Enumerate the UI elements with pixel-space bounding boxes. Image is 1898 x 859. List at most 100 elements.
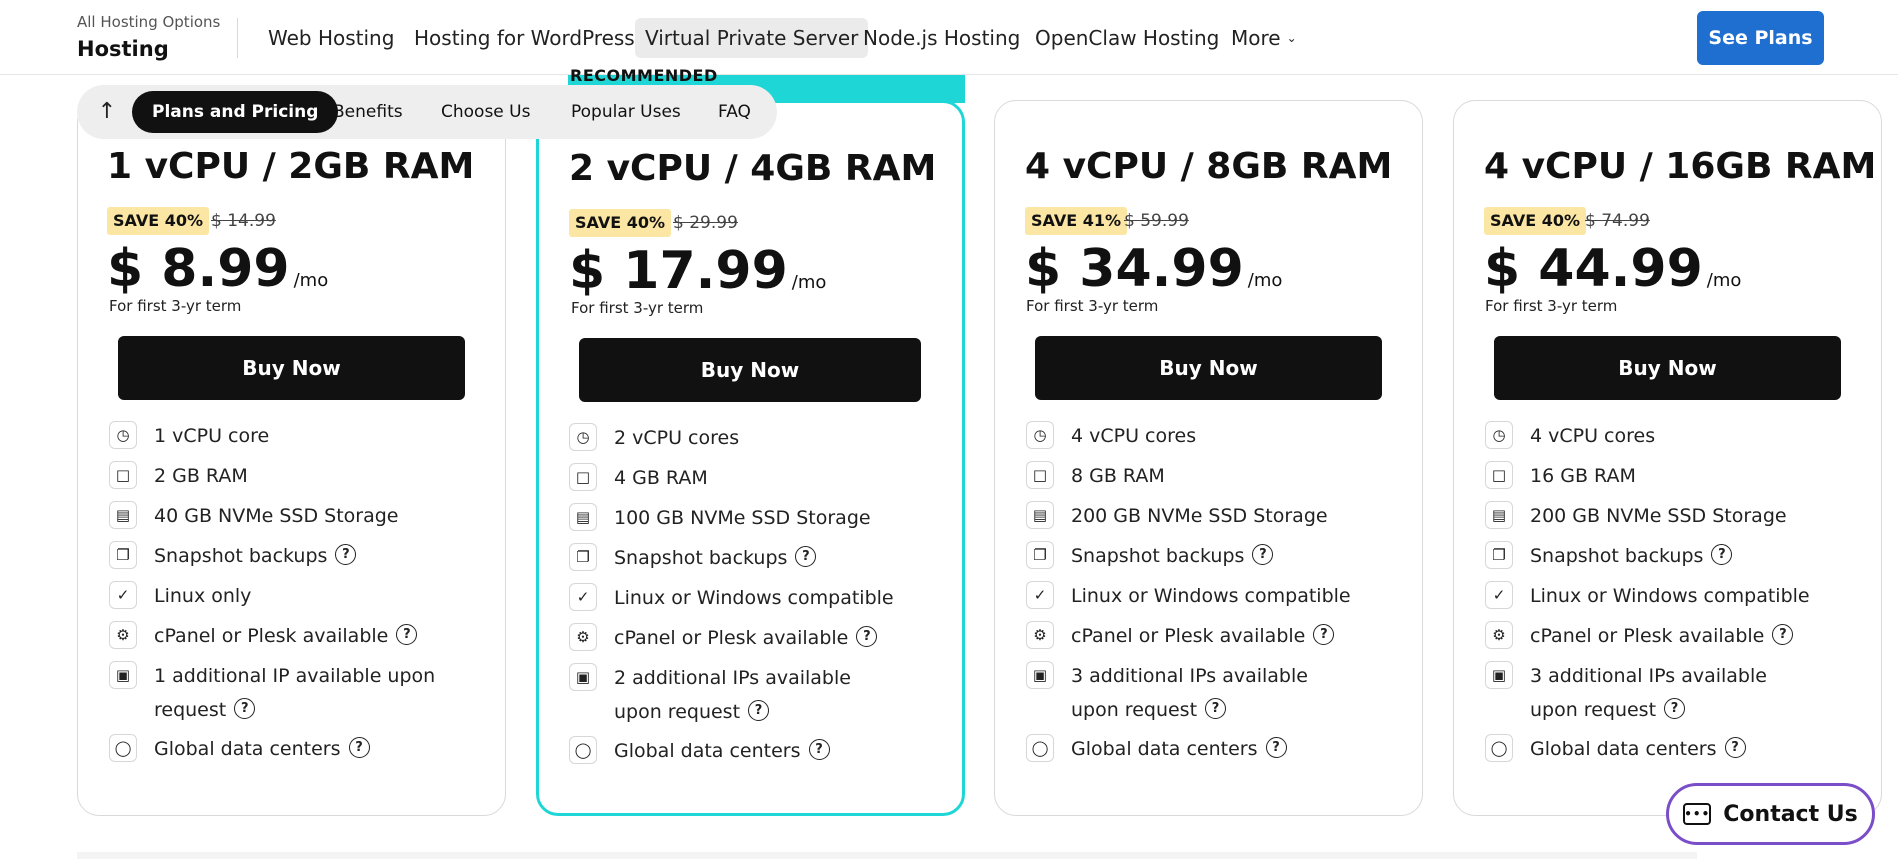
window-icon: ▣: [569, 663, 597, 691]
globe-icon: ◯: [1485, 734, 1513, 762]
feature-text: cPanel or Plesk available: [1071, 625, 1306, 647]
nav-link-openclaw-hosting[interactable]: OpenClaw Hosting: [1025, 18, 1229, 58]
help-icon[interactable]: ?: [396, 624, 418, 645]
help-icon[interactable]: ?: [795, 546, 817, 567]
help-icon[interactable]: ?: [1205, 698, 1227, 719]
help-icon[interactable]: ?: [234, 698, 256, 719]
tab-faq[interactable]: FAQ: [698, 91, 771, 133]
see-plans-button[interactable]: See Plans: [1697, 11, 1824, 65]
nav-link-vps[interactable]: Virtual Private Server: [635, 18, 869, 58]
feature-item: □ 8 GB RAM: [1026, 459, 1361, 499]
copy-icon: ❐: [1485, 541, 1513, 569]
help-icon[interactable]: ?: [856, 626, 878, 647]
help-icon[interactable]: ?: [1265, 737, 1287, 758]
nav-link-wordpress-hosting[interactable]: Hosting for WordPress: [404, 18, 645, 58]
buy-now-button[interactable]: Buy Now: [118, 336, 465, 400]
tab-plans-and-pricing[interactable]: Plans and Pricing: [132, 91, 339, 133]
brand-subtitle: All Hosting Options: [77, 13, 221, 31]
feature-item: □ 4 GB RAM: [569, 461, 904, 501]
feature-text: 4 vCPU cores: [1530, 425, 1656, 447]
help-icon[interactable]: ?: [1724, 737, 1746, 758]
feature-item: ◯ Global data centers?: [1485, 732, 1820, 772]
contact-us-button[interactable]: ••• Contact Us: [1666, 783, 1875, 845]
price-period: /mo: [791, 272, 827, 293]
buy-now-button[interactable]: Buy Now: [1035, 336, 1382, 400]
price-term: For first 3-yr term: [1026, 297, 1159, 315]
feature-item: ▤ 200 GB NVMe SSD Storage: [1485, 499, 1820, 539]
check-icon: ✓: [1485, 581, 1513, 609]
tab-popular-uses[interactable]: Popular Uses: [551, 91, 701, 133]
brand-title: Hosting: [77, 37, 169, 61]
help-icon[interactable]: ?: [1664, 698, 1686, 719]
feature-text: 3 additional IPs available upon request: [1530, 665, 1767, 721]
chevron-down-icon: ⌄: [1286, 31, 1297, 45]
nav-link-web-hosting[interactable]: Web Hosting: [258, 18, 404, 58]
feature-text: 2 additional IPs available upon request: [614, 667, 851, 723]
feature-item: ✓ Linux or Windows compatible: [569, 581, 904, 621]
price-period: /mo: [293, 270, 329, 291]
buy-now-button[interactable]: Buy Now: [1494, 336, 1841, 400]
top-navigation: All Hosting Options Hosting Web Hosting …: [0, 0, 1898, 75]
help-icon[interactable]: ?: [335, 544, 357, 565]
feature-text: cPanel or Plesk available: [1530, 625, 1765, 647]
tab-choose-us[interactable]: Choose Us: [421, 91, 550, 133]
help-icon[interactable]: ?: [1772, 624, 1794, 645]
feature-text: 16 GB RAM: [1530, 465, 1636, 487]
help-icon[interactable]: ?: [808, 739, 830, 760]
globe-icon: ◯: [569, 736, 597, 764]
feature-item: ▤ 200 GB NVMe SSD Storage: [1026, 499, 1361, 539]
help-icon[interactable]: ?: [1252, 544, 1274, 565]
plan-card: 4 vCPU / 8GB RAM SAVE 41% $ 59.99 $ 34.9…: [994, 100, 1423, 816]
gear-icon: ⚙: [109, 621, 137, 649]
price-period: /mo: [1247, 270, 1283, 291]
window-icon: ▣: [1026, 661, 1054, 689]
nav-link-more[interactable]: More ⌄: [1221, 18, 1307, 58]
save-badge: SAVE 41%: [1025, 207, 1127, 235]
next-section-edge: [77, 852, 1697, 859]
feature-text: 200 GB NVMe SSD Storage: [1071, 505, 1328, 527]
feature-text: 3 additional IPs available upon request: [1071, 665, 1308, 721]
feature-item: ▣ 3 additional IPs available upon request…: [1485, 659, 1820, 732]
save-badge: SAVE 40%: [107, 207, 209, 235]
check-icon: ✓: [1026, 581, 1054, 609]
copy-icon: ❐: [569, 543, 597, 571]
tab-benefits[interactable]: Benefits: [313, 91, 423, 133]
feature-text: 2 GB RAM: [154, 465, 248, 487]
save-badge: SAVE 40%: [1484, 207, 1586, 235]
window-icon: ▣: [109, 661, 137, 689]
feature-item: □ 2 GB RAM: [109, 459, 444, 499]
feature-text: 1 additional IP available upon request: [154, 665, 436, 721]
feature-text: Linux or Windows compatible: [1071, 585, 1351, 607]
feature-text: Linux only: [154, 585, 252, 607]
plan-price: $ 8.99/mo: [107, 239, 328, 299]
globe-icon: ◯: [109, 734, 137, 762]
feature-item: ⚙ cPanel or Plesk available?: [1026, 619, 1361, 659]
monitor-icon: □: [569, 463, 597, 491]
original-price: $ 14.99: [211, 211, 276, 231]
feature-item: ⚙ cPanel or Plesk available?: [109, 619, 444, 659]
feature-text: 40 GB NVMe SSD Storage: [154, 505, 399, 527]
feature-item: ◷ 4 vCPU cores: [1026, 419, 1361, 459]
price-period: /mo: [1706, 270, 1742, 291]
plan-name: 4 vCPU / 16GB RAM: [1484, 146, 1877, 187]
gear-icon: ⚙: [569, 623, 597, 651]
price-amount: $ 17.99: [569, 241, 788, 301]
feature-text: 8 GB RAM: [1071, 465, 1165, 487]
nav-link-nodejs-hosting[interactable]: Node.js Hosting: [853, 18, 1030, 58]
help-icon[interactable]: ?: [1711, 544, 1733, 565]
buy-now-button[interactable]: Buy Now: [579, 338, 921, 402]
feature-item: ✓ Linux only: [109, 579, 444, 619]
help-icon[interactable]: ?: [1313, 624, 1335, 645]
plan-name: 1 vCPU / 2GB RAM: [107, 146, 475, 187]
feature-text: Snapshot backups: [1071, 545, 1245, 567]
arrow-up-icon[interactable]: ↑: [89, 94, 125, 130]
gauge-icon: ◷: [1026, 421, 1054, 449]
contact-us-label: Contact Us: [1723, 801, 1858, 827]
feature-item: ▤ 40 GB NVMe SSD Storage: [109, 499, 444, 539]
drive-icon: ▤: [569, 503, 597, 531]
brand[interactable]: All Hosting Options Hosting: [77, 13, 220, 61]
help-icon[interactable]: ?: [748, 700, 770, 721]
help-icon[interactable]: ?: [348, 737, 370, 758]
drive-icon: ▤: [1485, 501, 1513, 529]
plan-name: 2 vCPU / 4GB RAM: [569, 148, 937, 189]
